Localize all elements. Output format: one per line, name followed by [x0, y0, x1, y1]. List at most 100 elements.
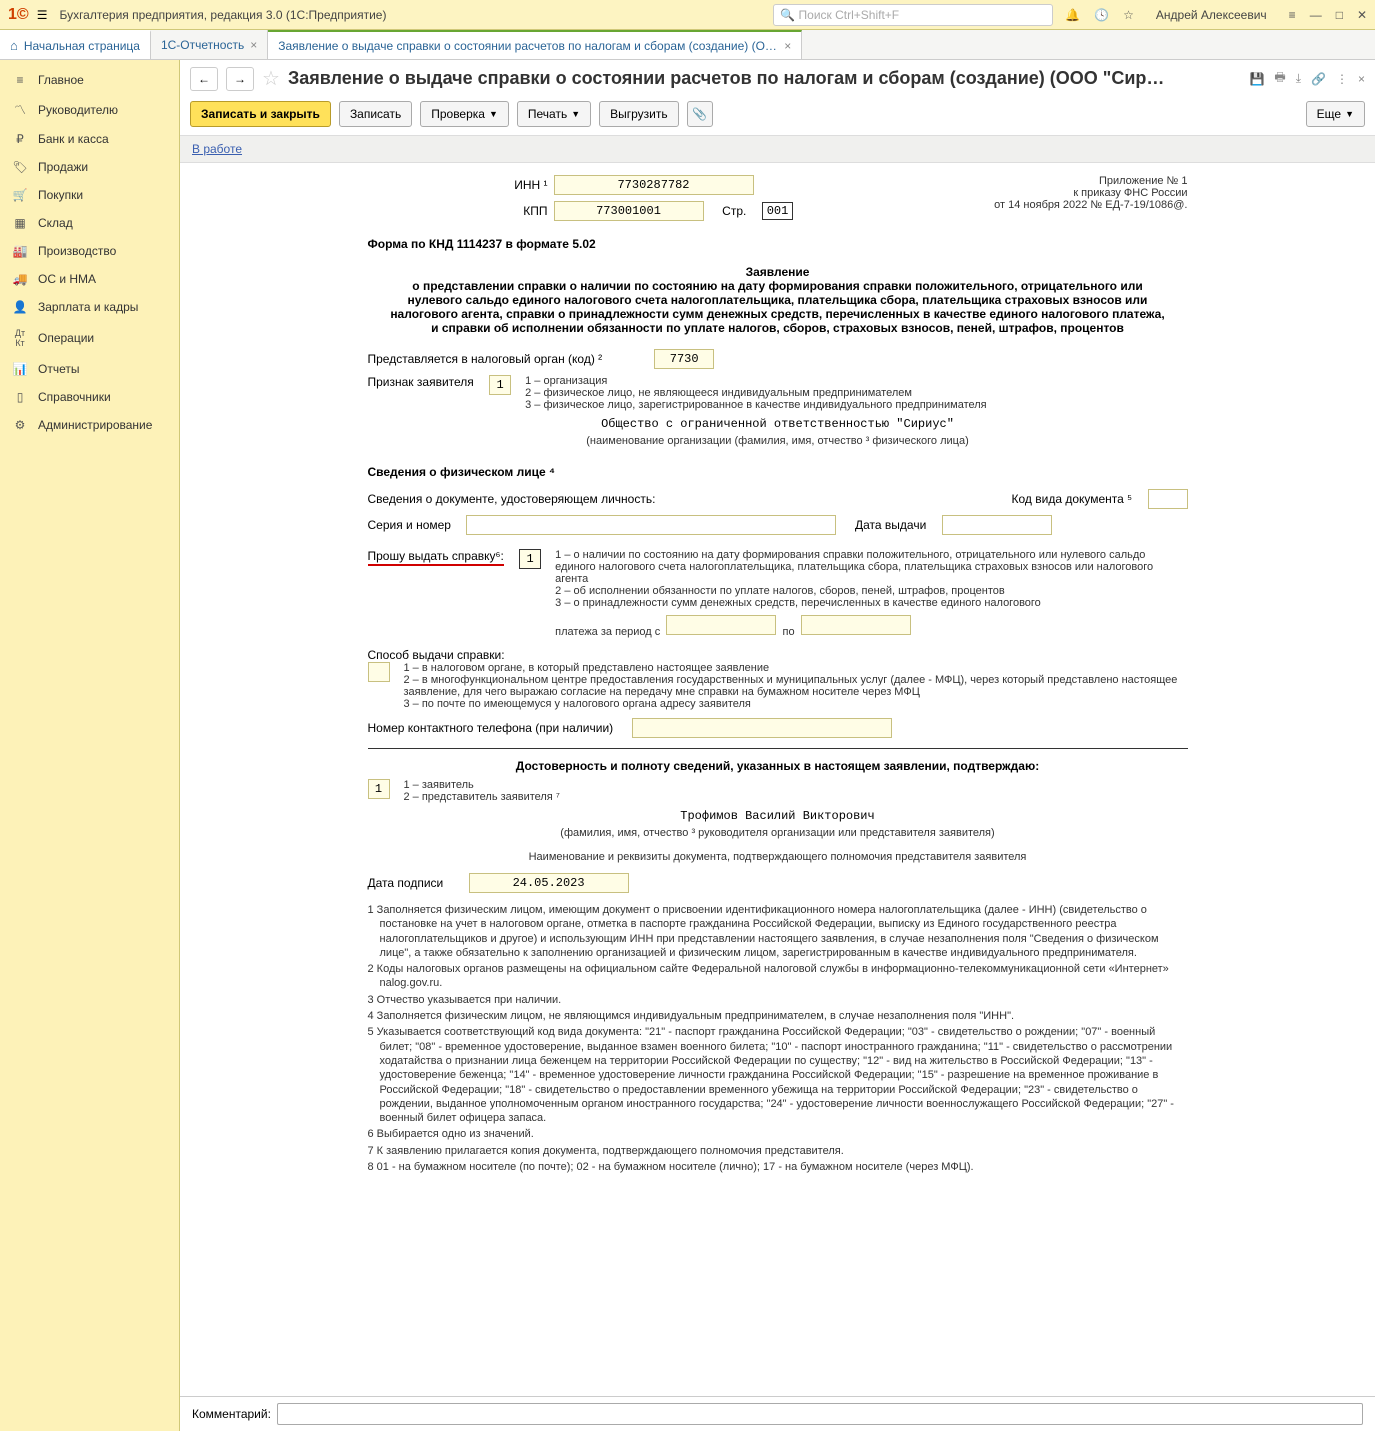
- app-title: Бухгалтерия предприятия, редакция 3.0 (1…: [59, 8, 773, 22]
- save-button[interactable]: Записать: [339, 101, 412, 127]
- tab-1c-reporting[interactable]: 1С-Отчетность ×: [151, 30, 268, 59]
- sidebar-item-catalogs[interactable]: ▯Справочники: [0, 383, 179, 411]
- tab-1c-label: 1С-Отчетность: [161, 38, 244, 52]
- print-button[interactable]: Печать▼: [517, 101, 591, 127]
- book-icon: ▯: [12, 390, 28, 404]
- bell-icon[interactable]: 🔔: [1065, 8, 1080, 22]
- tab-close-icon[interactable]: ×: [250, 38, 257, 52]
- fiz-title: Сведения о физическом лице ⁴: [368, 465, 1188, 479]
- method-opt-1: 1 – в налоговом органе, в который предст…: [404, 662, 1188, 674]
- favorite-star-icon[interactable]: ☆: [262, 66, 280, 91]
- presented-label: Представляется в налоговый орган (код) ²: [368, 352, 603, 366]
- sidebar-item-production[interactable]: 🏭Производство: [0, 237, 179, 265]
- comment-label: Комментарий:: [192, 1407, 271, 1421]
- footnote-3: 3 Отчество указывается при наличии.: [368, 993, 1188, 1007]
- signer-field[interactable]: Трофимов Василий Викторович: [458, 809, 1098, 823]
- save-icon[interactable]: 💾: [1249, 72, 1264, 86]
- comment-input[interactable]: [277, 1403, 1363, 1425]
- sidebar-item-sales[interactable]: 🏷Продажи: [0, 153, 179, 181]
- nav-back-button[interactable]: ←: [190, 67, 218, 91]
- tab-start-label: Начальная страница: [24, 39, 140, 53]
- close-panel-icon[interactable]: ×: [1358, 72, 1365, 86]
- appendix-line2: к приказу ФНС России: [994, 187, 1187, 199]
- kpp-field[interactable]: 773001001: [554, 201, 704, 221]
- export-button[interactable]: Выгрузить: [599, 101, 679, 127]
- footnote-4: 4 Заполняется физическим лицом, не являю…: [368, 1009, 1188, 1023]
- tab-close-icon[interactable]: ×: [784, 39, 791, 53]
- attach-button[interactable]: 📎: [687, 101, 713, 127]
- footnote-5: 5 Указывается соответствующий код вида д…: [368, 1025, 1188, 1125]
- factory-icon: 🏭: [12, 244, 28, 258]
- sign-date-field[interactable]: 24.05.2023: [469, 873, 629, 893]
- period-to-field[interactable]: [801, 615, 911, 635]
- footnote-1: 1 Заполняется физическим лицом, имеющим …: [368, 903, 1188, 960]
- period-to-label: по: [783, 626, 795, 638]
- dtkt-icon: ДтКт: [12, 328, 28, 348]
- sidebar-item-purchases[interactable]: 🛒Покупки: [0, 181, 179, 209]
- check-button[interactable]: Проверка▼: [420, 101, 509, 127]
- footnote-8: 8 01 - на бумажном носителе (по почте); …: [368, 1160, 1188, 1174]
- applicant-sign-label: Признак заявителя: [368, 375, 474, 389]
- nav-forward-button[interactable]: →: [226, 67, 254, 91]
- user-name[interactable]: Андрей Алексеевич: [1156, 8, 1267, 22]
- more-button[interactable]: Еще▼: [1306, 101, 1365, 127]
- sign-opt-2: 2 – физическое лицо, не являющееся индив…: [525, 387, 987, 399]
- list-icon: ≡: [12, 73, 28, 87]
- request-type-field[interactable]: 1: [519, 549, 541, 569]
- settings-icon[interactable]: ≡: [1289, 8, 1296, 22]
- period-from-field[interactable]: [666, 615, 776, 635]
- minimize-icon[interactable]: —: [1310, 8, 1322, 22]
- org-name-field[interactable]: Общество с ограниченной ответственностью…: [458, 417, 1098, 431]
- doc-code-field[interactable]: [1148, 489, 1188, 509]
- tab-document[interactable]: Заявление о выдаче справки о состоянии р…: [268, 30, 802, 59]
- close-icon[interactable]: ✕: [1357, 8, 1367, 22]
- export-icon[interactable]: ⤓: [1296, 71, 1301, 86]
- status-link[interactable]: В работе: [192, 142, 242, 156]
- history-icon[interactable]: 🕓: [1094, 8, 1109, 22]
- page-field: 001: [762, 202, 794, 220]
- sidebar-item-bank[interactable]: ₽Банк и касса: [0, 125, 179, 153]
- tab-document-label: Заявление о выдаче справки о состоянии р…: [278, 39, 778, 53]
- phone-label: Номер контактного телефона (при наличии): [368, 721, 614, 735]
- sidebar-item-stock[interactable]: ▦Склад: [0, 209, 179, 237]
- sidebar-item-salary[interactable]: 👤Зарплата и кадры: [0, 293, 179, 321]
- star-icon[interactable]: ☆: [1123, 8, 1134, 22]
- kebab-icon[interactable]: ⋮: [1336, 72, 1348, 86]
- menu-icon[interactable]: ☰: [37, 8, 48, 22]
- truck-icon: 🚚: [12, 272, 28, 286]
- document-scroll[interactable]: ИНН ¹7730287782 КПП773001001 Стр. 001 Пр…: [180, 163, 1375, 1396]
- confirm-field[interactable]: 1: [368, 779, 390, 799]
- tab-start[interactable]: ⌂ Начальная страница: [0, 30, 151, 59]
- print-icon[interactable]: 🖶: [1274, 68, 1285, 89]
- signer-sub: (фамилия, имя, отчество ³ руководителя о…: [368, 827, 1188, 839]
- sidebar-item-operations[interactable]: ДтКтОперации: [0, 321, 179, 355]
- sidebar-item-main[interactable]: ≡Главное: [0, 66, 179, 94]
- sidebar-item-admin[interactable]: ⚙Администрирование: [0, 411, 179, 439]
- maximize-icon[interactable]: □: [1336, 8, 1343, 22]
- sidebar-item-os-nma[interactable]: 🚚ОС и НМА: [0, 265, 179, 293]
- save-and-close-button[interactable]: Записать и закрыть: [190, 101, 331, 127]
- inn-field[interactable]: 7730287782: [554, 175, 754, 195]
- status-bar: В работе: [180, 135, 1375, 163]
- authority-sub: Наименование и реквизиты документа, подт…: [368, 851, 1188, 863]
- footnote-6: 6 Выбирается одно из значений.: [368, 1127, 1188, 1141]
- global-search[interactable]: 🔍 Поиск Ctrl+Shift+F: [773, 4, 1053, 26]
- method-field[interactable]: [368, 662, 390, 682]
- tax-code-field[interactable]: 7730: [654, 349, 714, 369]
- series-field[interactable]: [466, 515, 836, 535]
- link-icon[interactable]: 🔗: [1311, 72, 1326, 86]
- paperclip-icon: 📎: [692, 107, 707, 121]
- bar-icon: 📊: [12, 362, 28, 376]
- home-icon: ⌂: [10, 38, 18, 53]
- sidebar-item-reports[interactable]: 📊Отчеты: [0, 355, 179, 383]
- boxes-icon: ▦: [12, 216, 28, 230]
- method-opt-3: 3 – по почте по имеющемуся у налогового …: [404, 698, 1188, 710]
- issue-date-field[interactable]: [942, 515, 1052, 535]
- applicant-sign-field[interactable]: 1: [489, 375, 511, 395]
- req-opt-2: 2 – об исполнении обязанности по уплате …: [555, 585, 1187, 597]
- toolbar: Записать и закрыть Записать Проверка▼ Пе…: [180, 97, 1375, 135]
- sidebar-item-manager[interactable]: 〽Руководителю: [0, 94, 179, 125]
- request-label: Прошу выдать справку⁶:: [368, 549, 504, 566]
- phone-field[interactable]: [632, 718, 892, 738]
- search-placeholder: Поиск Ctrl+Shift+F: [799, 8, 900, 22]
